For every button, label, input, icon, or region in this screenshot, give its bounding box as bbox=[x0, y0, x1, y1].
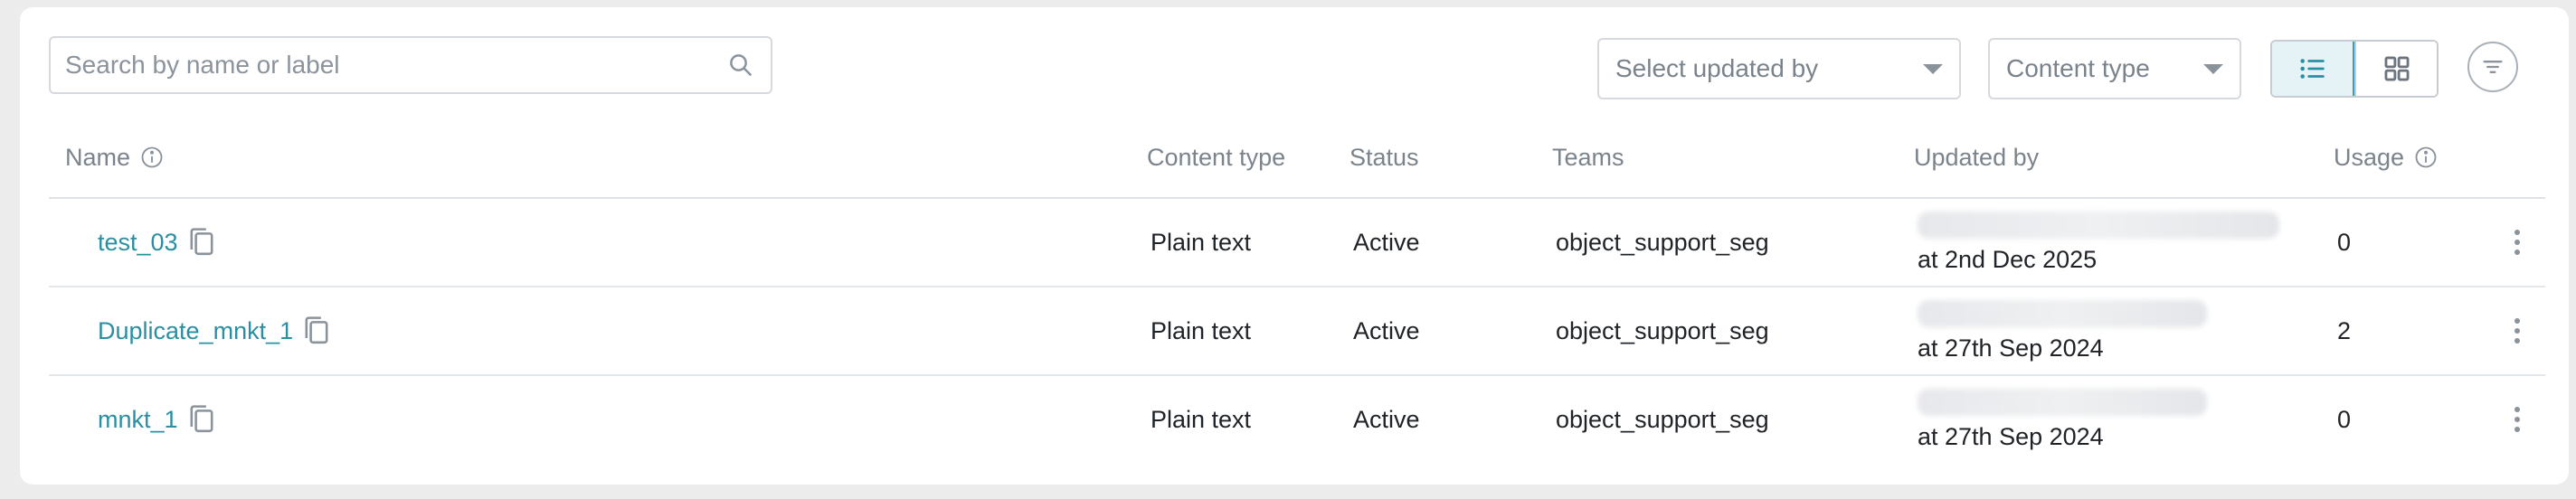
info-icon[interactable] bbox=[2413, 145, 2439, 170]
updated-date: at 2nd Dec 2025 bbox=[1918, 245, 2098, 273]
grid-view-button[interactable] bbox=[2354, 42, 2437, 96]
usage-cell: 0 bbox=[2337, 405, 2352, 433]
table-header: Name Content type Status Teams Updated b… bbox=[49, 118, 2545, 199]
column-header-updated-by[interactable]: Updated by bbox=[1914, 118, 2039, 197]
table-row[interactable]: test_03 Plain text Active object_support… bbox=[49, 199, 2545, 287]
content-panel: Select updated by Content type bbox=[20, 7, 2569, 485]
teams-cell: object_support_seg bbox=[1556, 228, 1769, 256]
list-view-button[interactable] bbox=[2272, 42, 2354, 96]
column-header-name-label: Name bbox=[65, 143, 131, 171]
content-type-cell: Plain text bbox=[1151, 405, 1252, 433]
more-vertical-icon[interactable] bbox=[2514, 230, 2520, 255]
updated-date: at 27th Sep 2024 bbox=[1918, 334, 2104, 362]
column-header-teams-label: Teams bbox=[1552, 143, 1624, 171]
column-header-status[interactable]: Status bbox=[1350, 118, 1419, 197]
updated-by-cell: at 2nd Dec 2025 bbox=[1918, 199, 2279, 286]
column-header-name[interactable]: Name bbox=[65, 118, 165, 197]
chevron-down-icon bbox=[2203, 63, 2223, 74]
column-header-updated-by-label: Updated by bbox=[1914, 143, 2040, 171]
column-header-usage-label: Usage bbox=[2334, 143, 2405, 171]
content-type-cell: Plain text bbox=[1151, 316, 1252, 344]
teams-cell: object_support_seg bbox=[1556, 405, 1769, 433]
info-icon[interactable] bbox=[139, 145, 165, 170]
content-type-cell: Plain text bbox=[1151, 228, 1252, 256]
column-header-content-type-label: Content type bbox=[1147, 143, 1286, 171]
copy-icon[interactable] bbox=[187, 403, 216, 436]
redacted-user bbox=[1918, 388, 2207, 416]
content-type-select-label: Content type bbox=[2006, 54, 2150, 82]
usage-cell: 2 bbox=[2337, 316, 2352, 344]
column-header-content-type[interactable]: Content type bbox=[1147, 118, 1285, 197]
redacted-user bbox=[1918, 211, 2279, 239]
redacted-user bbox=[1918, 299, 2207, 327]
chevron-down-icon bbox=[1923, 63, 1943, 74]
table-row[interactable]: mnkt_1 Plain text Active object_support_… bbox=[49, 376, 2545, 465]
updated-date: at 27th Sep 2024 bbox=[1918, 422, 2104, 450]
search-input[interactable] bbox=[65, 51, 725, 80]
more-vertical-icon[interactable] bbox=[2514, 318, 2520, 344]
item-name-link[interactable]: Duplicate_mnkt_1 bbox=[98, 317, 293, 345]
copy-icon[interactable] bbox=[302, 315, 331, 347]
search-icon[interactable] bbox=[725, 50, 756, 80]
column-header-status-label: Status bbox=[1350, 143, 1419, 171]
filter-icon bbox=[2483, 61, 2503, 74]
content-type-select[interactable]: Content type bbox=[1988, 38, 2241, 99]
updated-by-cell: at 27th Sep 2024 bbox=[1918, 287, 2207, 374]
status-cell: Active bbox=[1353, 405, 1420, 433]
updated-by-select[interactable]: Select updated by bbox=[1597, 38, 1961, 99]
filter-button[interactable] bbox=[2467, 42, 2518, 92]
search-box[interactable] bbox=[49, 36, 772, 94]
more-vertical-icon[interactable] bbox=[2514, 407, 2520, 432]
item-name-link[interactable]: mnkt_1 bbox=[98, 406, 178, 434]
teams-cell: object_support_seg bbox=[1556, 316, 1769, 344]
status-cell: Active bbox=[1353, 316, 1420, 344]
grid-view-icon bbox=[2384, 56, 2409, 81]
status-cell: Active bbox=[1353, 228, 1420, 256]
updated-by-select-label: Select updated by bbox=[1615, 54, 1819, 82]
copy-icon[interactable] bbox=[187, 226, 216, 259]
list-view-icon bbox=[2299, 59, 2325, 79]
view-toggle bbox=[2270, 40, 2439, 98]
item-name-link[interactable]: test_03 bbox=[98, 229, 178, 257]
column-header-teams[interactable]: Teams bbox=[1552, 118, 1624, 197]
updated-by-cell: at 27th Sep 2024 bbox=[1918, 376, 2207, 463]
usage-cell: 0 bbox=[2337, 228, 2352, 256]
column-header-usage[interactable]: Usage bbox=[2334, 118, 2439, 197]
table-row[interactable]: Duplicate_mnkt_1 Plain text Active objec… bbox=[49, 287, 2545, 376]
